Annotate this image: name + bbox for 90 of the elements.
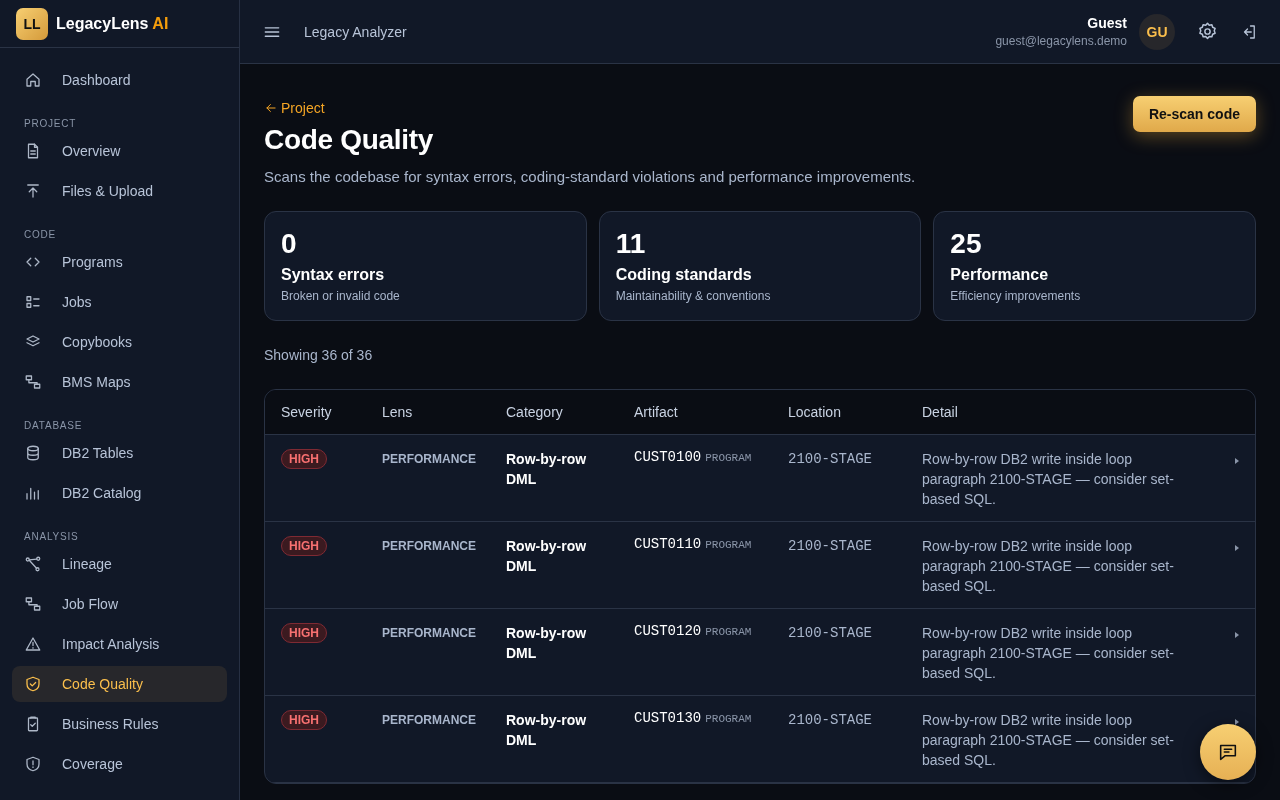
stat-value: 25: [950, 228, 983, 260]
severity-badge: HIGH: [281, 449, 327, 469]
warning-icon: [24, 635, 42, 653]
settings-icon: [1197, 21, 1218, 42]
upload-icon: [24, 182, 42, 200]
location-text: 2100-STAGE: [788, 451, 872, 467]
artifact-type: PROGRAM: [705, 452, 752, 464]
expand-icon[interactable]: [1234, 631, 1240, 639]
severity-badge: HIGH: [281, 536, 327, 556]
sidebar-item[interactable]: Overview: [12, 133, 227, 169]
user-name: Guest: [1087, 15, 1127, 31]
artifact-type: PROGRAM: [705, 539, 752, 551]
sidebar-item[interactable]: Job Flow: [12, 586, 227, 622]
severity-badge: HIGH: [281, 623, 327, 643]
artifact-name: CUST0110: [634, 536, 702, 552]
location-text: 2100-STAGE: [788, 538, 872, 554]
logo-badge: LL: [16, 7, 48, 40]
location-text: 2100-STAGE: [788, 712, 872, 728]
artifact-name: CUST0100: [634, 449, 702, 465]
share-nodes-icon: [24, 555, 42, 573]
artifact-type: PROGRAM: [705, 626, 752, 638]
stat-label: Syntax errors: [281, 266, 386, 284]
expand-icon[interactable]: [1234, 457, 1240, 465]
column-header: Location: [788, 404, 842, 420]
page-title: Code Quality: [264, 124, 434, 156]
location-text: 2100-STAGE: [788, 625, 872, 641]
sidebar-item[interactable]: Files & Upload: [12, 173, 227, 209]
stat-label: Coding standards: [615, 266, 753, 284]
column-header: Detail: [922, 404, 959, 420]
sidebar-item[interactable]: Lineage: [12, 546, 227, 582]
column-header: Severity: [280, 404, 333, 420]
page-description: Scans the codebase for syntax errors, coding-standard violations and performance improvements.: [264, 168, 917, 185]
sidebar-item[interactable]: Business Rules: [12, 706, 227, 742]
lens-label: PERFORMANCE: [382, 452, 476, 466]
sidebar-item[interactable]: DB2 Catalog: [12, 475, 227, 511]
sidebar-item[interactable]: Impact Analysis: [12, 626, 227, 662]
sidebar-item[interactable]: Coverage: [12, 746, 227, 782]
detail-text: Row-by-row DB2 write inside loop paragraph 2100-STAGE — consider set-based SQL.: [922, 711, 1175, 770]
category-text: Row-by-row DML: [506, 624, 588, 663]
sidebar-item[interactable]: Dashboard: [12, 62, 227, 98]
sidebar-item[interactable]: DB2 Tables: [12, 435, 227, 471]
column-header: Artifact: [634, 404, 679, 420]
sidebar-item[interactable]: Copybooks: [12, 324, 227, 360]
category-text: Row-by-row DML: [506, 711, 588, 750]
artifact-name: CUST0120: [634, 623, 702, 639]
back-link[interactable]: Project: [264, 100, 434, 116]
user-email: guest@legacylens.demo: [995, 34, 1127, 48]
rescan-button[interactable]: Re-scan code: [1132, 96, 1256, 132]
brand-name: LegacyLens AI: [56, 14, 169, 33]
stat-value: 11: [615, 228, 647, 260]
nav-section-title: CODE: [23, 229, 58, 240]
stat-caption: Broken or invalid code: [281, 289, 401, 303]
detail-text: Row-by-row DB2 write inside loop paragraph 2100-STAGE — consider set-based SQL.: [922, 537, 1175, 596]
stat-label: Performance: [950, 266, 1050, 284]
home-icon: [24, 71, 42, 89]
detail-text: Row-by-row DB2 write inside loop paragraph 2100-STAGE — consider set-based SQL.: [922, 450, 1175, 509]
artifact-type: PROGRAM: [705, 713, 752, 725]
stat-caption: Efficiency improvements: [950, 289, 1082, 303]
sidebar-item[interactable]: BMS Maps: [12, 364, 227, 400]
shield-alert-icon: [24, 755, 42, 773]
arrow-left-icon: [264, 101, 278, 115]
expand-icon[interactable]: [1234, 718, 1240, 726]
sidebar-item[interactable]: Code Quality: [12, 666, 227, 702]
nav-section-title: PROJECT: [23, 118, 78, 129]
result-count: Showing 36 of 36: [264, 347, 374, 363]
nav-section-title: ANALYSIS: [23, 531, 80, 542]
severity-badge: HIGH: [281, 710, 327, 730]
map-nodes-icon: [24, 373, 42, 391]
nav-section-title: DATABASE: [23, 420, 84, 431]
stat-caption: Maintainability & conventions: [615, 289, 772, 303]
flow-icon: [24, 595, 42, 613]
settings-button[interactable]: [1197, 21, 1218, 42]
expand-icon[interactable]: [1234, 544, 1240, 552]
shield-check-icon: [24, 675, 42, 693]
sidebar-item[interactable]: Jobs: [12, 284, 227, 320]
artifact-name: CUST0130: [634, 710, 702, 726]
category-text: Row-by-row DML: [506, 537, 588, 576]
user-avatar[interactable]: GU: [1139, 13, 1175, 50]
list-icon: [24, 293, 42, 311]
lens-label: PERFORMANCE: [382, 539, 476, 553]
sidebar-item[interactable]: Programs: [12, 244, 227, 280]
column-header: Category: [506, 404, 564, 420]
lens-label: PERFORMANCE: [382, 626, 476, 640]
database-icon: [24, 444, 42, 462]
lens-label: PERFORMANCE: [382, 713, 476, 727]
detail-text: Row-by-row DB2 write inside loop paragraph 2100-STAGE — consider set-based SQL.: [922, 624, 1175, 683]
stat-value: 0: [281, 228, 298, 260]
app-title: Legacy Analyzer: [304, 23, 408, 40]
category-text: Row-by-row DML: [506, 450, 588, 489]
column-header: Lens: [382, 404, 414, 420]
